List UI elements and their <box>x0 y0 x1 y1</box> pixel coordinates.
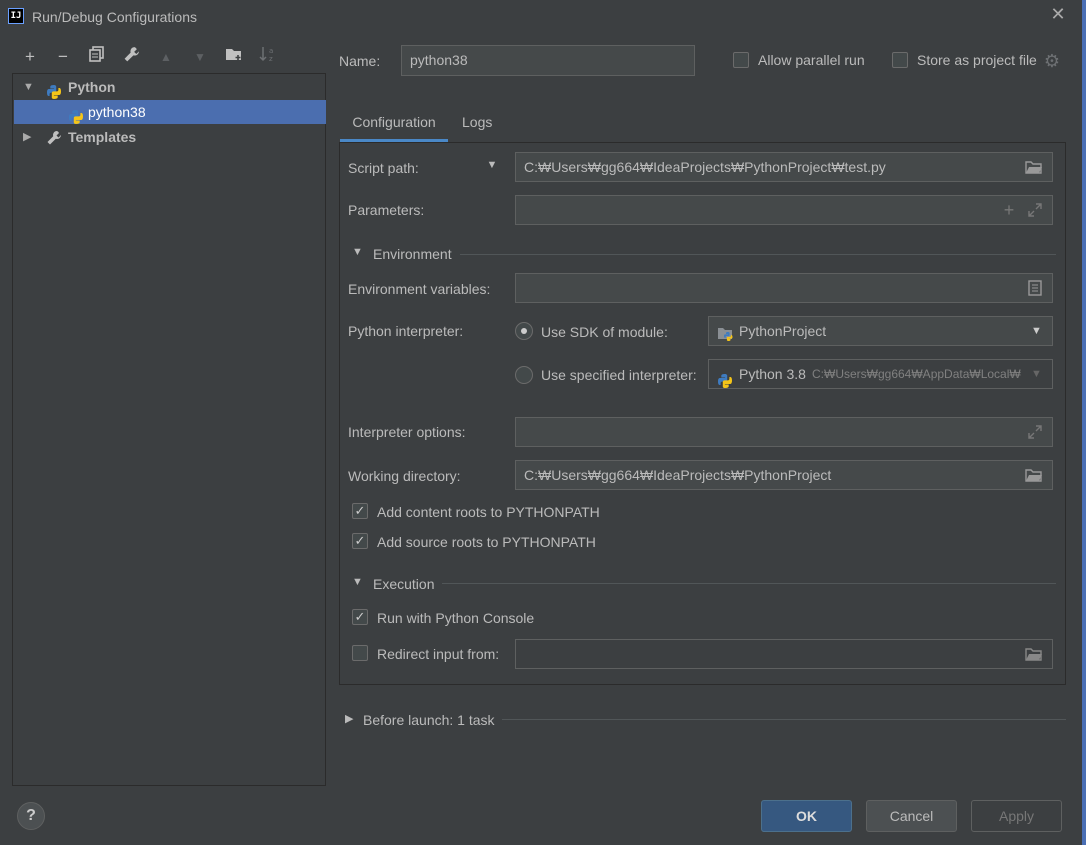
cancel-button[interactable]: Cancel <box>866 800 957 832</box>
specified-interpreter-select[interactable]: Python 3.8 C:₩Users₩gg664₩AppData₩Local₩… <box>708 359 1053 389</box>
interpreter-name: Python 3.8 <box>739 366 806 382</box>
store-as-project-file-checkbox[interactable] <box>892 52 908 68</box>
tree-item-label: python38 <box>88 104 146 120</box>
environment-section-title: Environment <box>373 246 452 262</box>
window-title: Run/Debug Configurations <box>32 9 197 25</box>
redirect-input-field[interactable] <box>515 639 1053 669</box>
add-configuration-button[interactable]: + <box>19 46 41 68</box>
section-divider <box>502 719 1066 720</box>
svg-text:a: a <box>269 47 273 55</box>
name-input[interactable]: python38 <box>401 45 695 76</box>
expand-icon[interactable] <box>1027 424 1043 443</box>
python-interpreter-label: Python interpreter: <box>348 323 464 339</box>
tree-item-python38[interactable]: python38 <box>14 100 326 125</box>
run-with-python-console-label: Run with Python Console <box>377 610 535 626</box>
wrench-icon <box>46 129 62 153</box>
parameters-field[interactable] <box>515 195 1053 225</box>
tree-item-label: Templates <box>68 129 137 145</box>
chevron-down-icon: ▼ <box>1031 368 1042 380</box>
tab-logs[interactable]: Logs <box>462 108 502 142</box>
remove-configuration-button[interactable]: − <box>52 46 74 68</box>
add-content-roots-checkbox[interactable]: ✓ <box>352 503 368 519</box>
store-as-project-file-label: Store as project file <box>917 52 1037 68</box>
use-specified-interpreter-radio[interactable] <box>515 366 533 384</box>
expand-icon[interactable] <box>1027 202 1043 221</box>
sdk-module-select[interactable]: PythonProject ▼ <box>708 316 1053 346</box>
parameters-label: Parameters: <box>348 202 425 218</box>
apply-button[interactable]: Apply <box>971 800 1062 832</box>
tab-configuration[interactable]: Configuration <box>340 108 448 142</box>
tree-item-python[interactable]: ▼ Python <box>14 75 326 100</box>
copy-configuration-icon[interactable] <box>86 46 108 68</box>
use-specified-interpreter-label: Use specified interpreter: <box>541 367 697 383</box>
script-path-label: Script path: <box>348 160 419 176</box>
working-directory-field[interactable]: C:₩Users₩gg664₩IdeaProjects₩PythonProjec… <box>515 460 1053 490</box>
add-macro-icon[interactable]: + <box>1000 200 1018 220</box>
module-folder-icon <box>717 323 735 345</box>
section-divider <box>442 583 1056 584</box>
interpreter-options-field[interactable] <box>515 417 1053 447</box>
chevron-down-icon: ▼ <box>1031 325 1042 337</box>
environment-variables-label: Environment variables: <box>348 281 491 297</box>
use-sdk-of-module-label: Use SDK of module: <box>541 324 668 340</box>
collapse-environment-icon[interactable]: ▼ <box>352 246 363 258</box>
run-with-python-console-checkbox[interactable]: ✓ <box>352 609 368 625</box>
add-source-roots-checkbox[interactable]: ✓ <box>352 533 368 549</box>
redirect-input-label: Redirect input from: <box>377 646 500 662</box>
move-down-icon[interactable]: ▼ <box>189 46 211 68</box>
browse-folder-icon[interactable] <box>1025 468 1043 485</box>
name-label: Name: <box>339 53 381 69</box>
sort-alphabetically-icon[interactable]: az <box>257 46 279 68</box>
wrench-icon[interactable] <box>120 46 142 68</box>
before-launch-label[interactable]: Before launch: 1 task <box>363 712 495 728</box>
use-sdk-of-module-radio[interactable] <box>515 322 533 340</box>
edit-env-vars-icon[interactable] <box>1028 280 1042 299</box>
allow-parallel-run-checkbox[interactable] <box>733 52 749 68</box>
environment-variables-field[interactable] <box>515 273 1053 303</box>
interpreter-options-label: Interpreter options: <box>348 424 466 440</box>
tree-item-label: Python <box>68 79 116 95</box>
new-folder-icon[interactable] <box>223 46 245 68</box>
redirect-input-checkbox[interactable] <box>352 645 368 661</box>
help-button[interactable]: ? <box>17 802 45 830</box>
chevron-right-icon[interactable]: ▶ <box>23 125 31 149</box>
close-icon[interactable]: ✕ <box>1049 5 1067 23</box>
collapse-execution-icon[interactable]: ▼ <box>352 576 363 588</box>
expand-before-launch-icon[interactable]: ▶ <box>345 712 353 725</box>
sdk-module-value: PythonProject <box>739 323 827 339</box>
intellij-app-icon: IJ <box>8 8 24 24</box>
section-divider <box>460 254 1056 255</box>
python-icon <box>717 366 733 388</box>
browse-folder-icon[interactable] <box>1025 647 1043 664</box>
allow-parallel-run-label: Allow parallel run <box>758 52 865 68</box>
add-content-roots-label: Add content roots to PYTHONPATH <box>377 504 600 520</box>
working-directory-label: Working directory: <box>348 468 461 484</box>
move-up-icon[interactable]: ▲ <box>155 46 177 68</box>
ok-button[interactable]: OK <box>761 800 852 832</box>
script-path-field[interactable]: C:₩Users₩gg664₩IdeaProjects₩PythonProjec… <box>515 152 1053 182</box>
configuration-tree[interactable]: ▼ Python python38 ▶ Templates <box>12 73 326 786</box>
add-source-roots-label: Add source roots to PYTHONPATH <box>377 534 596 550</box>
execution-section-title: Execution <box>373 576 435 592</box>
window-edge <box>1082 0 1086 845</box>
gear-icon[interactable]: ⚙ <box>1042 51 1062 71</box>
browse-folder-icon[interactable] <box>1025 160 1043 177</box>
svg-text:z: z <box>269 55 273 62</box>
script-type-dropdown-icon[interactable]: ▼ <box>484 159 500 177</box>
tree-item-templates[interactable]: ▶ Templates <box>14 125 326 149</box>
chevron-down-icon[interactable]: ▼ <box>23 75 34 99</box>
interpreter-path: C:₩Users₩gg664₩AppData₩Local₩ <box>812 367 1021 381</box>
